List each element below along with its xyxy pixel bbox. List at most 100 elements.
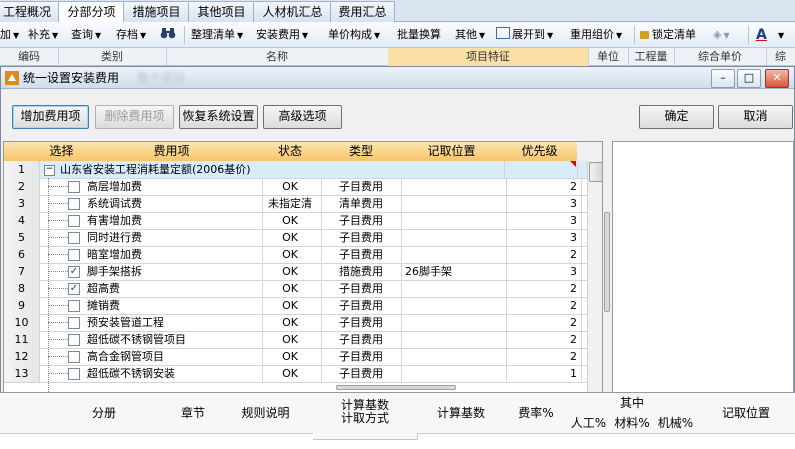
type-cell[interactable]: 子目费用 bbox=[321, 331, 402, 348]
type-cell[interactable]: 子目费用 bbox=[321, 229, 402, 246]
tab-sub-items[interactable]: 分部分项 bbox=[58, 1, 125, 24]
tab-cost-summary[interactable]: 费用汇总 bbox=[330, 1, 395, 23]
type-cell[interactable]: 子目费用 bbox=[321, 297, 402, 314]
select-checkbox[interactable] bbox=[68, 334, 80, 346]
cost-item-row[interactable]: 3 系统调试费 未指定清 清单费用 3 bbox=[4, 195, 602, 213]
horizontal-splitter[interactable] bbox=[336, 385, 456, 390]
delete-cost-item-button[interactable]: 删除费用项 bbox=[95, 105, 174, 129]
cost-item-row[interactable]: 11 超低碳不锈钢管项目 OK 子目费用 2 bbox=[4, 331, 602, 349]
type-cell[interactable]: 措施费用 bbox=[321, 263, 402, 280]
priority-cell[interactable]: 2 bbox=[502, 348, 582, 365]
toolbar-other[interactable]: 其他 ▼ bbox=[455, 26, 485, 44]
cost-item-row[interactable]: 5 同时进行费 OK 子目费用 3 bbox=[4, 229, 602, 247]
advanced-options-button[interactable]: 高级选项 bbox=[263, 105, 342, 129]
select-checkbox[interactable] bbox=[68, 232, 80, 244]
tab-other-items[interactable]: 其他项目 bbox=[188, 1, 255, 23]
toolbar-supplement[interactable]: 补充 ▼ bbox=[28, 26, 58, 44]
collapse-icon[interactable]: − bbox=[44, 165, 55, 176]
cost-item-row[interactable]: 13 超低碳不锈钢安装 OK 子目费用 1 bbox=[4, 365, 602, 383]
priority-cell[interactable]: 2 bbox=[502, 178, 582, 195]
location-cell[interactable] bbox=[401, 246, 507, 263]
type-cell[interactable]: 子目费用 bbox=[321, 212, 402, 229]
ok-button[interactable]: 确定 bbox=[639, 105, 714, 129]
toolbar-lock-list[interactable]: 锁定清单 bbox=[640, 26, 696, 44]
font-color-dropdown[interactable]: ▼ bbox=[776, 26, 784, 44]
type-cell[interactable]: 子目费用 bbox=[321, 365, 402, 382]
location-cell[interactable] bbox=[401, 331, 507, 348]
type-cell[interactable]: 清单费用 bbox=[321, 195, 402, 212]
toolbar-expand-to[interactable]: 展开到 ▼ bbox=[496, 26, 553, 44]
priority-cell[interactable]: 2 bbox=[502, 246, 582, 263]
tab-project-overview[interactable]: 工程概况 bbox=[0, 1, 60, 23]
toolbar-organize-list[interactable]: 整理清单 ▼ bbox=[191, 26, 243, 44]
location-cell[interactable] bbox=[401, 348, 507, 365]
toolbar-install-cost[interactable]: 安装费用 ▼ bbox=[256, 26, 308, 44]
location-cell[interactable] bbox=[401, 365, 507, 382]
location-cell[interactable] bbox=[401, 195, 507, 212]
location-cell[interactable] bbox=[401, 229, 507, 246]
type-cell[interactable]: 子目费用 bbox=[321, 348, 402, 365]
type-cell[interactable]: 子目费用 bbox=[321, 246, 402, 263]
location-cell[interactable]: 26脚手架 bbox=[401, 263, 507, 280]
priority-cell[interactable]: 3 bbox=[502, 212, 582, 229]
priority-cell[interactable]: 2 bbox=[502, 280, 582, 297]
cost-item-row[interactable]: 12 高合金钢管项目 OK 子目费用 2 bbox=[4, 348, 602, 366]
group-priority[interactable] bbox=[502, 161, 578, 178]
cost-item-row[interactable]: 8 ✓ 超高费 OK 子目费用 2 bbox=[4, 280, 602, 298]
cost-item-row[interactable]: 4 有害增加费 OK 子目费用 3 bbox=[4, 212, 602, 230]
cost-item-row[interactable]: 9 摊销费 OK 子目费用 2 bbox=[4, 297, 602, 315]
scrollbar-thumb[interactable] bbox=[589, 162, 602, 182]
cost-item-name: 同时进行费 bbox=[84, 229, 263, 246]
priority-cell[interactable]: 2 bbox=[502, 331, 582, 348]
location-cell[interactable] bbox=[401, 212, 507, 229]
location-cell[interactable] bbox=[401, 280, 507, 297]
font-color-icon[interactable]: A bbox=[756, 26, 767, 44]
select-checkbox[interactable]: ✓ bbox=[68, 266, 80, 278]
cost-item-row[interactable]: 7 ✓ 脚手架搭拆 OK 措施费用 26脚手架 3 bbox=[4, 263, 602, 281]
select-checkbox[interactable]: ✓ bbox=[68, 283, 80, 295]
location-cell[interactable] bbox=[401, 297, 507, 314]
priority-cell[interactable]: 1 bbox=[502, 365, 582, 382]
priority-cell[interactable]: 2 bbox=[502, 297, 582, 314]
group-row[interactable]: 1 − 山东省安装工程消耗量定额(2006基价) bbox=[4, 161, 602, 179]
select-checkbox[interactable] bbox=[68, 215, 80, 227]
location-cell[interactable] bbox=[401, 178, 507, 195]
toolbar-add[interactable]: 加 ▼ bbox=[0, 26, 19, 44]
cost-item-row[interactable]: 2 高层增加费 OK 子目费用 2 bbox=[4, 178, 602, 196]
priority-cell[interactable]: 2 bbox=[502, 314, 582, 331]
select-checkbox[interactable] bbox=[68, 317, 80, 329]
restore-system-settings-button[interactable]: 恢复系统设置 bbox=[179, 105, 258, 129]
dialog-titlebar[interactable]: 统一设置安装费用 整个项目 – □ ✕ bbox=[1, 67, 794, 89]
close-button[interactable]: ✕ bbox=[765, 69, 789, 88]
type-cell[interactable]: 子目费用 bbox=[321, 178, 402, 195]
priority-cell[interactable]: 3 bbox=[502, 195, 582, 212]
select-checkbox[interactable] bbox=[68, 351, 80, 363]
type-cell[interactable]: 子目费用 bbox=[321, 280, 402, 297]
select-checkbox[interactable] bbox=[68, 300, 80, 312]
toolbar-query[interactable]: 查询 ▼ bbox=[71, 26, 101, 44]
binoculars-icon[interactable] bbox=[160, 26, 176, 44]
eraser-icon[interactable]: ◈ ▼ bbox=[713, 26, 730, 44]
select-checkbox[interactable] bbox=[68, 198, 80, 210]
select-checkbox[interactable] bbox=[68, 181, 80, 193]
tab-labor-material-machine[interactable]: 人材机汇总 bbox=[253, 1, 332, 23]
toolbar-unit-price-comp[interactable]: 单价构成 ▼ bbox=[328, 26, 380, 44]
cost-item-row[interactable]: 6 暗室增加费 OK 子目费用 2 bbox=[4, 246, 602, 264]
select-checkbox[interactable] bbox=[68, 368, 80, 380]
pane-splitter[interactable] bbox=[604, 212, 610, 312]
location-cell[interactable] bbox=[401, 314, 507, 331]
toolbar-archive[interactable]: 存档 ▼ bbox=[116, 26, 146, 44]
minimize-button[interactable]: – bbox=[711, 69, 735, 88]
bottom-header-calc-mode: 计算基数 计取方式 bbox=[313, 393, 418, 440]
add-cost-item-button[interactable]: 增加费用项 bbox=[12, 105, 89, 129]
priority-cell[interactable]: 3 bbox=[502, 229, 582, 246]
toolbar-reuse-pricing[interactable]: 重用组价 ▼ bbox=[570, 26, 622, 44]
toolbar-batch-convert[interactable]: 批量换算 bbox=[397, 26, 441, 44]
priority-cell[interactable]: 3 bbox=[502, 263, 582, 280]
maximize-button[interactable]: □ bbox=[737, 69, 761, 88]
cost-item-row[interactable]: 10 预安装管道工程 OK 子目费用 2 bbox=[4, 314, 602, 332]
type-cell[interactable]: 子目费用 bbox=[321, 314, 402, 331]
select-checkbox[interactable] bbox=[68, 249, 80, 261]
cancel-button[interactable]: 取消 bbox=[718, 105, 793, 129]
tab-measures[interactable]: 措施项目 bbox=[123, 1, 190, 23]
